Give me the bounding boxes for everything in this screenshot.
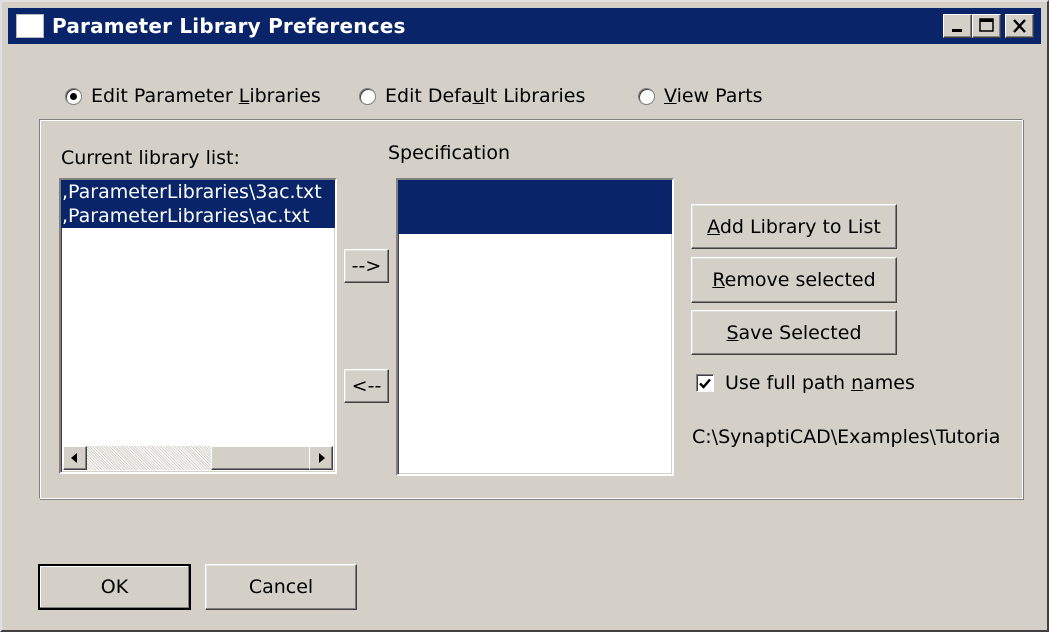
scroll-left-icon[interactable] [63,446,87,470]
window-title: Parameter Library Preferences [52,14,406,38]
use-full-path-checkbox[interactable] [696,374,714,392]
checkmark-icon [699,378,711,389]
current-library-list-label: Current library list: [61,147,240,169]
maximize-icon[interactable] [972,14,1001,38]
ok-button[interactable]: OK [38,564,191,610]
radio-view-parts[interactable]: View Parts [638,82,763,110]
add-to-specification-button[interactable]: --> [344,249,389,283]
radio-button[interactable] [65,87,82,105]
save-selected-button[interactable]: Save Selected [691,310,897,355]
specification-listbox[interactable] [396,178,674,476]
list-item[interactable]: ,ParameterLibraries\ac.txt [61,204,335,228]
list-item[interactable] [398,207,672,234]
radio-edit-parameter-libraries[interactable]: Edit Parameter Libraries [65,82,321,110]
app-icon [16,14,44,38]
current-library-listbox[interactable]: ,ParameterLibraries\3ac.txt ,ParameterLi… [59,178,337,474]
use-full-path-label: Use full path names [725,372,915,394]
specification-label: Specification [388,142,510,164]
cancel-button[interactable]: Cancel [205,564,357,610]
radio-label: View Parts [664,85,763,107]
close-icon[interactable] [1005,14,1034,38]
path-text: C:\SynaptiCAD\Examples\Tutoria [692,426,1001,448]
list-item[interactable] [398,180,672,207]
scroll-thumb[interactable] [211,446,311,470]
add-library-to-list-button[interactable]: Add Library to List [691,204,897,249]
dialog-window: Parameter Library Preferences Edit Param… [0,0,1049,632]
list-item[interactable]: ,ParameterLibraries\3ac.txt [61,180,335,204]
radio-selected-dot [70,92,77,100]
remove-selected-button[interactable]: Remove selected [691,257,897,303]
title-bar[interactable]: Parameter Library Preferences [8,8,1041,44]
radio-label: Edit Default Libraries [385,85,586,107]
horizontal-scrollbar[interactable] [63,446,333,470]
remove-from-specification-button[interactable]: <-- [344,369,389,403]
scroll-right-icon[interactable] [309,446,333,470]
radio-label: Edit Parameter Libraries [91,85,321,107]
radio-button[interactable] [638,87,655,105]
radio-button[interactable] [359,87,376,105]
minimize-icon[interactable] [943,14,972,38]
radio-edit-default-libraries[interactable]: Edit Default Libraries [359,82,585,110]
